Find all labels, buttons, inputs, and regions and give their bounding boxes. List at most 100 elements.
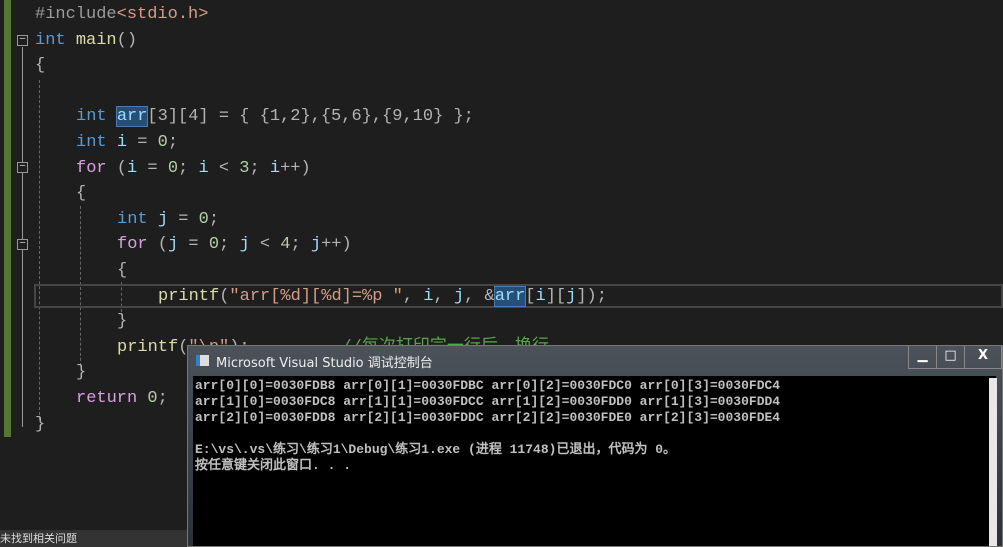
code-line: #include<stdio.h>: [35, 2, 208, 27]
code-token: ;: [208, 209, 220, 229]
change-indicator-bar: [4, 0, 11, 437]
code-token: }: [117, 312, 128, 332]
code-token: i: [127, 158, 138, 178]
code-token: arr: [493, 285, 527, 307]
code-token: int: [35, 30, 66, 50]
code-token: {: [117, 261, 128, 280]
code-token: j: [239, 235, 250, 255]
console-line: 按任意键关闭此窗口. . .: [195, 458, 352, 473]
code-token: arr: [115, 106, 149, 128]
code-token: [3][4] = { {1,2},{5,6},{9,10} };: [147, 107, 474, 127]
code-token: 0: [208, 235, 220, 255]
code-token: <stdio.h>: [116, 5, 209, 24]
code-token: i: [269, 158, 281, 178]
code-token: i: [535, 286, 546, 306]
console-line: arr[0][0]=0030FDB8 arr[0][1]=0030FDBC ar…: [195, 378, 781, 393]
code-token: for: [76, 158, 107, 178]
console-title: Microsoft Visual Studio 调试控制台: [216, 356, 433, 371]
code-token: =: [168, 209, 199, 229]
code-token: i: [423, 286, 434, 306]
code-token: 0: [147, 389, 158, 408]
code-token: printf: [117, 337, 179, 357]
code-token: =: [137, 158, 168, 178]
maximize-button[interactable]: □: [936, 346, 964, 368]
minimize-button[interactable]: ▁: [909, 346, 936, 368]
debug-console-window[interactable]: Microsoft Visual Studio 调试控制台 ▁ □ X arr[…: [187, 345, 1003, 547]
code-line: printf("arr[%d][%d]=%p ", i, j, &arr[i][…: [158, 284, 607, 309]
code-token: ][: [545, 286, 567, 306]
code-token: {: [35, 56, 46, 76]
code-token: int: [76, 107, 107, 127]
code-line: {: [35, 53, 45, 78]
code-token: for: [117, 235, 148, 255]
console-line: E:\vs\.vs\练习\练习1\Debug\练习1.exe (进程 11748…: [195, 442, 677, 457]
code-token: ++): [321, 235, 352, 255]
code-token: int: [76, 133, 107, 152]
code-token: j: [566, 286, 577, 306]
fold-for-inner-icon[interactable]: −: [17, 239, 28, 250]
code-token: =: [178, 235, 209, 255]
code-line: }: [117, 309, 127, 334]
code-token: =: [127, 133, 158, 152]
code-token: ;: [290, 235, 311, 255]
code-token: 4: [280, 235, 291, 255]
code-token: main: [75, 30, 117, 50]
code-token: 0: [157, 133, 168, 152]
code-line: int arr[3][4] = { {1,2},{5,6},{9,10} };: [76, 104, 474, 129]
code-token: j: [310, 235, 322, 255]
code-token: <: [208, 158, 240, 178]
code-token: ,: [433, 286, 454, 306]
code-line: }: [35, 412, 45, 437]
code-line: for (i = 0; i < 3; i++): [76, 156, 311, 181]
code-token: printf: [158, 286, 220, 306]
code-token: }: [35, 414, 46, 434]
code-line: return 0;: [76, 386, 168, 411]
code-line: {: [117, 258, 127, 283]
code-token: "arr[%d][%d]=%p ": [229, 286, 403, 306]
code-token: , &: [464, 286, 495, 306]
console-scrollbar[interactable]: [989, 378, 997, 546]
code-token: j: [157, 209, 169, 229]
console-app-icon: [196, 355, 209, 366]
code-line: int j = 0;: [117, 207, 219, 232]
code-line: for (j = 0; j < 4; j++): [117, 232, 352, 257]
close-button[interactable]: X: [964, 346, 1001, 368]
code-token: 3: [239, 158, 250, 178]
code-token: ;: [249, 158, 270, 178]
status-issues: 未找到相关问题: [0, 530, 187, 547]
code-token: ]);: [576, 286, 607, 306]
code-token: ;: [157, 389, 168, 408]
code-token: i: [198, 158, 209, 178]
console-output: arr[0][0]=0030FDB8 arr[0][1]=0030FDBC ar…: [193, 376, 997, 546]
code-token: ;: [167, 133, 179, 152]
code-token: (: [147, 235, 169, 255]
code-token: int: [117, 209, 148, 229]
code-token: j: [453, 286, 465, 306]
code-line: {: [76, 181, 86, 206]
status-text: 未找到相关问题: [0, 532, 77, 545]
fold-line: [22, 47, 23, 427]
code-token: [: [525, 286, 536, 306]
code-token: ;: [219, 235, 240, 255]
code-line: int i = 0;: [76, 130, 178, 155]
code-token: #include: [35, 5, 117, 24]
console-line: arr[2][0]=0030FDD8 arr[2][1]=0030FDDC ar…: [195, 410, 781, 425]
code-line: }: [76, 360, 86, 385]
code-token: (: [106, 158, 128, 178]
code-token: ++): [280, 158, 311, 178]
code-token: return: [76, 389, 138, 408]
code-token: <: [249, 235, 281, 255]
fold-for-outer-icon[interactable]: −: [17, 162, 28, 173]
code-token: ;: [178, 158, 199, 178]
fold-main-icon[interactable]: −: [17, 35, 28, 46]
code-token: }: [76, 363, 87, 383]
indent-guide: [39, 80, 40, 420]
code-token: j: [168, 235, 179, 255]
code-token: ,: [402, 286, 424, 306]
code-token: (: [219, 286, 230, 306]
code-token: 0: [167, 158, 179, 178]
